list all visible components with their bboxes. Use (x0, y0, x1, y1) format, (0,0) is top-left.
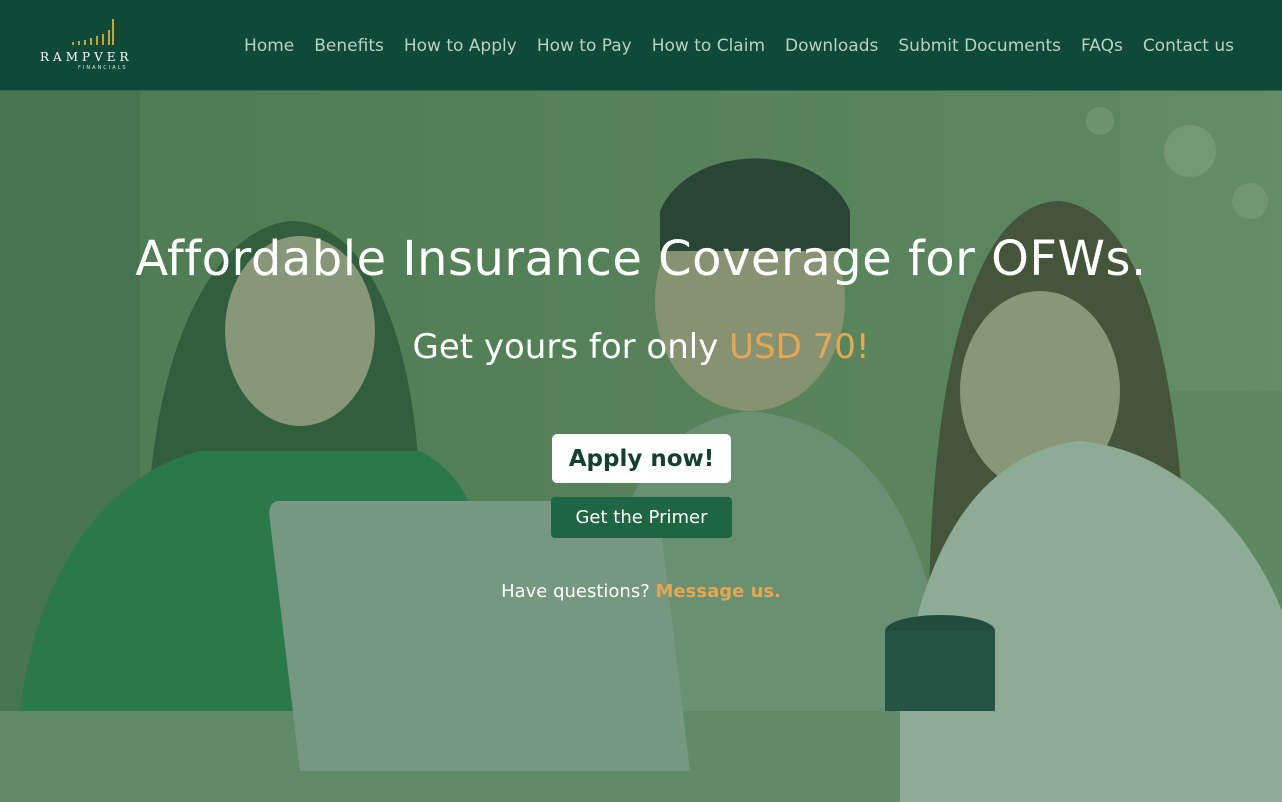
hero-subheadline: Get yours for only USD 70! (0, 327, 1282, 367)
hero-headline: Affordable Insurance Coverage for OFWs. (135, 231, 1147, 287)
hero-section: Affordable Insurance Coverage for OFWs. … (0, 91, 1282, 802)
nav-downloads[interactable]: Downloads (775, 34, 888, 58)
logo-bars-icon (72, 19, 114, 45)
price-highlight: USD 70! (729, 327, 870, 367)
nav-how-to-claim[interactable]: How to Claim (642, 34, 775, 58)
message-us-link[interactable]: Message us. (656, 581, 781, 602)
nav-faqs[interactable]: FAQs (1071, 34, 1133, 58)
nav-home[interactable]: Home (234, 34, 304, 58)
nav-contact-us[interactable]: Contact us (1133, 34, 1234, 58)
get-primer-button[interactable]: Get the Primer (551, 497, 732, 538)
nav-benefits[interactable]: Benefits (304, 34, 394, 58)
subheadline-prefix: Get yours for only (412, 327, 719, 367)
nav-how-to-pay[interactable]: How to Pay (527, 34, 642, 58)
logo-name: RAMPVER (40, 50, 133, 64)
rampver-logo[interactable]: RAMPVER FINANCIALS (40, 18, 150, 74)
nav-submit-documents[interactable]: Submit Documents (888, 34, 1071, 58)
questions-line: Have questions? Message us. (0, 581, 1282, 602)
questions-text: Have questions? (501, 581, 650, 602)
apply-now-button[interactable]: Apply now! (552, 434, 731, 483)
main-nav: Home Benefits How to Apply How to Pay Ho… (234, 34, 1234, 58)
logo-subtitle: FINANCIALS (78, 65, 128, 71)
nav-how-to-apply[interactable]: How to Apply (394, 34, 527, 58)
top-navbar: RAMPVER FINANCIALS Home Benefits How to … (0, 0, 1282, 91)
